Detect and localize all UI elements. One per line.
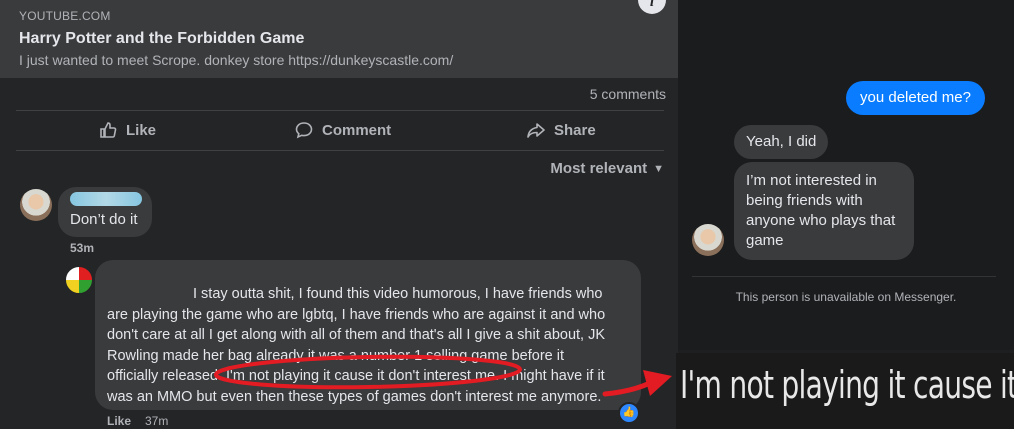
link-description: I just wanted to meet Scrope. donkey sto… xyxy=(19,52,454,68)
comment-button[interactable]: Comment xyxy=(294,120,391,140)
sent-message-bubble: you deleted me? xyxy=(846,81,985,115)
comment-timestamp[interactable]: 53m xyxy=(70,241,94,255)
redacted-name xyxy=(70,192,142,206)
avatar[interactable] xyxy=(20,189,52,221)
comment-icon xyxy=(295,122,313,139)
thumbs-up-icon xyxy=(100,122,117,138)
comment-line: I stay outta shit, I found this video hu… xyxy=(193,286,603,302)
received-message-bubble: I’m not interested in being friends with… xyxy=(734,162,914,260)
link-preview-card[interactable]: YOUTUBE.COM Harry Potter and the Forbidd… xyxy=(0,0,678,78)
link-domain: YOUTUBE.COM xyxy=(19,9,111,23)
facebook-post-panel: YOUTUBE.COM Harry Potter and the Forbidd… xyxy=(0,0,678,429)
comment-line: don't care at all I get along with all o… xyxy=(107,327,606,343)
share-label: Share xyxy=(554,121,596,139)
sort-label: Most relevant xyxy=(550,160,648,177)
like-button[interactable]: Like xyxy=(98,120,156,140)
divider xyxy=(16,150,664,151)
comment-timestamp[interactable]: 37m xyxy=(145,414,168,428)
avatar[interactable] xyxy=(692,224,724,256)
received-message-bubble: Yeah, I did xyxy=(734,125,829,159)
unavailable-notice: This person is unavailable on Messenger. xyxy=(735,290,957,304)
like-reaction-icon[interactable]: 👍 xyxy=(618,402,640,424)
avatar[interactable] xyxy=(64,265,94,295)
comment-label: Comment xyxy=(322,121,392,139)
share-button[interactable]: Share xyxy=(526,120,596,140)
comment-bubble: I stay outta shit, I found this video hu… xyxy=(95,260,641,410)
sort-dropdown[interactable]: Most relevant ▼ xyxy=(550,160,664,177)
zoomed-caption: I'm not playing it cause it don't intere… xyxy=(676,353,1014,429)
comment-line: Rowling made her bag already it was a nu… xyxy=(107,347,564,364)
comments-count-link[interactable]: 5 comments xyxy=(590,86,666,102)
zoomed-caption-text: I'm not playing it cause it don't intere… xyxy=(680,363,1014,407)
info-icon[interactable]: i xyxy=(638,0,666,14)
share-icon xyxy=(527,123,545,138)
like-label: Like xyxy=(126,121,157,139)
comment-like-button[interactable]: Like xyxy=(107,414,131,428)
comment-text: Don’t do it xyxy=(70,211,138,228)
comment-line: officially released. I'm not playing it … xyxy=(107,368,605,384)
link-title[interactable]: Harry Potter and the Forbidden Game xyxy=(19,30,304,48)
divider xyxy=(692,276,996,277)
comment-text: I stay outta shit, I found this video hu… xyxy=(107,284,637,407)
divider xyxy=(16,110,664,111)
comment-line: are playing the game who are lgbtq, I ha… xyxy=(107,306,606,323)
comment-line: was an MMO but even then these types of … xyxy=(107,388,602,405)
caret-down-icon: ▼ xyxy=(653,162,664,175)
